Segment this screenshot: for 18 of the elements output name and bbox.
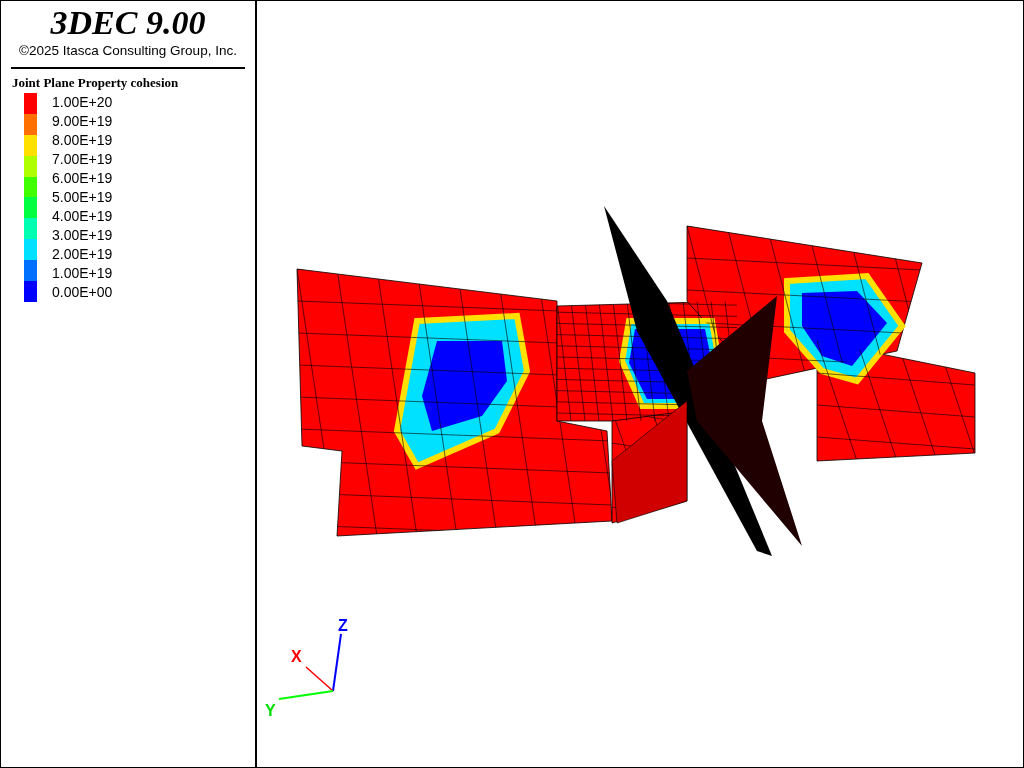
legend-value: 6.00E+19 — [52, 169, 113, 188]
z-axis-label: Z — [338, 617, 348, 634]
copyright-text: ©2025 Itasca Consulting Group, Inc. — [19, 43, 237, 58]
legend-value: 0.00E+00 — [52, 283, 113, 302]
legend-value: 1.00E+20 — [52, 93, 113, 112]
legend-value: 4.00E+19 — [52, 207, 113, 226]
legend-value: 9.00E+19 — [52, 112, 113, 131]
app-title: 3DEC 9.00 — [50, 3, 206, 43]
legend-value: 8.00E+19 — [52, 131, 113, 150]
legend-value: 5.00E+19 — [52, 188, 113, 207]
legend-value: 2.00E+19 — [52, 245, 113, 264]
legend-value: 7.00E+19 — [52, 150, 113, 169]
y-axis-label: Y — [265, 702, 276, 719]
x-axis-label: X — [291, 648, 302, 665]
legend-title: Joint Plane Property cohesion — [12, 75, 180, 91]
legend-value: 1.00E+19 — [52, 264, 113, 283]
axis-triad-drawing — [278, 633, 342, 700]
legend-value: 3.00E+19 — [52, 226, 113, 245]
